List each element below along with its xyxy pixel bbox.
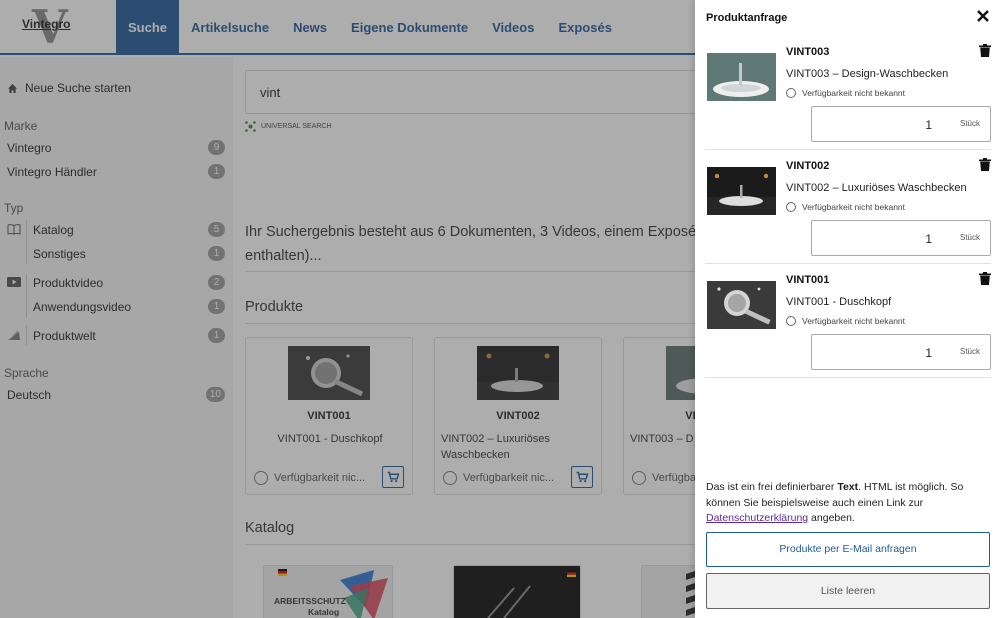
info-text-part: angeben. <box>808 512 855 524</box>
item-name: VINT001 - Duschkopf <box>786 296 892 308</box>
quantity-unit: Stück <box>959 119 980 128</box>
product-thumbnail <box>707 53 776 101</box>
item-availability: Verfügbarkeit nicht bekannt <box>786 316 905 326</box>
availability-radio[interactable] <box>786 88 796 98</box>
availability-radio[interactable] <box>786 316 796 326</box>
item-availability: Verfügbarkeit nicht bekannt <box>786 202 905 212</box>
availability-label: Verfügbarkeit nicht bekannt <box>802 88 906 98</box>
product-thumbnail <box>707 167 776 215</box>
availability-label: Verfügbarkeit nicht bekannt <box>802 316 906 326</box>
close-icon[interactable] <box>976 9 990 23</box>
quantity-value: 1 <box>925 118 932 132</box>
quantity-input[interactable]: 1 Stück <box>811 334 991 370</box>
request-item-vint002: VINT002 VINT002 – Luxuriöses Waschbecken… <box>705 150 991 264</box>
quantity-value: 1 <box>925 232 932 246</box>
product-request-panel: Produktanfrage VINT003 VINT003 – Design-… <box>695 0 1000 618</box>
item-name: VINT003 – Design-Waschbecken <box>786 68 949 80</box>
item-code: VINT003 <box>786 46 830 58</box>
request-item-vint003: VINT003 VINT003 – Design-Waschbecken Ver… <box>705 36 991 150</box>
request-item-vint001: VINT001 VINT001 - Duschkopf Verfügbarkei… <box>705 264 991 378</box>
info-text-bold: Text <box>837 481 859 493</box>
quantity-input[interactable]: 1 Stück <box>811 106 991 142</box>
panel-title: Produktanfrage <box>706 12 788 24</box>
request-by-email-button[interactable]: Produkte per E-Mail anfragen <box>706 532 990 567</box>
trash-icon[interactable] <box>979 272 991 285</box>
modal-backdrop[interactable] <box>0 0 695 618</box>
info-text-part: Das ist ein frei definierbarer <box>706 481 838 493</box>
availability-radio[interactable] <box>786 202 796 212</box>
trash-icon[interactable] <box>979 44 991 57</box>
quantity-input[interactable]: 1 Stück <box>811 220 991 256</box>
trash-icon[interactable] <box>979 158 991 171</box>
item-code: VINT001 <box>786 274 830 286</box>
privacy-link[interactable]: Datenschutzerklärung <box>706 512 808 524</box>
panel-info-text: Das ist ein frei definierbarer Text. HTM… <box>706 480 991 527</box>
item-name: VINT002 – Luxuriöses Waschbecken <box>786 182 967 194</box>
product-thumbnail <box>707 281 776 329</box>
quantity-unit: Stück <box>959 233 980 242</box>
item-availability: Verfügbarkeit nicht bekannt <box>786 88 905 98</box>
item-code: VINT002 <box>786 160 830 172</box>
availability-label: Verfügbarkeit nicht bekannt <box>802 202 906 212</box>
clear-list-button[interactable]: Liste leeren <box>706 573 990 609</box>
quantity-value: 1 <box>925 346 932 360</box>
quantity-unit: Stück <box>959 347 980 356</box>
